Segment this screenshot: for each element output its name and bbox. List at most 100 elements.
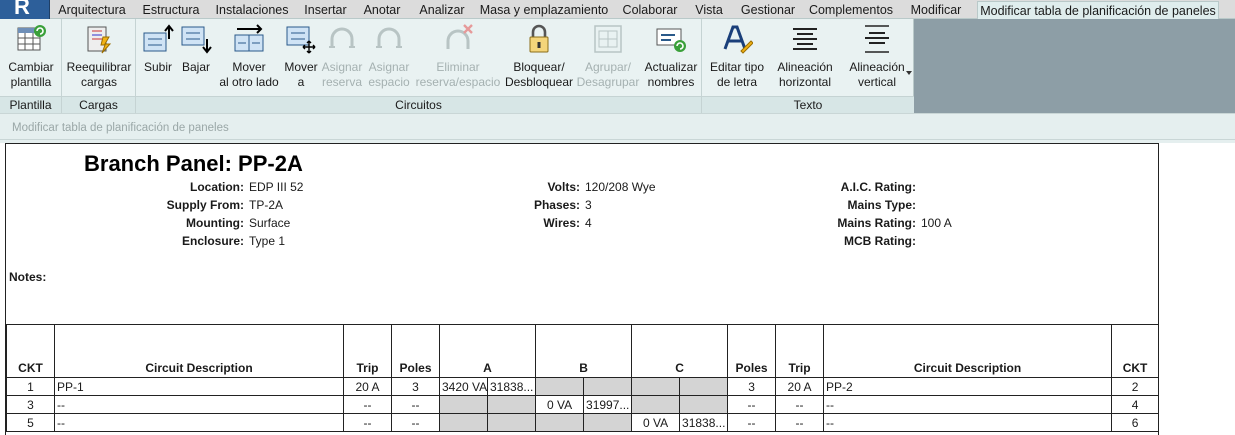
ckt-left[interactable]: 5 xyxy=(6,413,55,432)
ckt-left[interactable]: 3 xyxy=(6,395,55,414)
asignar-reserva-button[interactable]: Asignar reserva xyxy=(320,21,364,93)
col-header-ckt-right[interactable]: CKT xyxy=(1111,324,1160,378)
phase-a-load-left[interactable] xyxy=(439,395,488,414)
poles-left[interactable]: -- xyxy=(391,413,440,432)
alineacion-horizontal-button[interactable]: Alineación horizontal xyxy=(772,21,838,93)
circuit-description-left[interactable]: -- xyxy=(54,395,344,414)
phase-a-load-right[interactable]: 31838... xyxy=(486,377,537,396)
bloquear-desbloquear-button[interactable]: Bloquear/Desbloquear xyxy=(504,21,574,93)
alineacion-vertical-button[interactable]: Alineación vertical xyxy=(842,21,912,93)
phase-c-load-left[interactable] xyxy=(631,395,681,414)
ckt-right[interactable]: 6 xyxy=(1111,413,1160,432)
tab-gestionar[interactable]: Gestionar xyxy=(735,1,801,19)
phase-b-load-right[interactable] xyxy=(583,377,633,396)
circuit-description-right[interactable]: -- xyxy=(823,413,1113,432)
wires-value[interactable]: 4 xyxy=(585,216,592,230)
ckt-right[interactable]: 4 xyxy=(1111,395,1160,414)
agrupar-desagrupar-button[interactable]: Agrupar/Desagrupar xyxy=(576,21,640,93)
phase-a-load-right[interactable] xyxy=(486,413,537,432)
volts-value[interactable]: 120/208 Wye xyxy=(585,180,656,194)
phase-a-load-left[interactable]: 3420 VA xyxy=(439,377,488,396)
phase-b-load-left[interactable]: 0 VA xyxy=(535,395,585,414)
trip-left[interactable]: 20 A xyxy=(343,377,392,396)
asignar-reserva-label-2: reserva xyxy=(321,75,362,89)
phase-c-load-right[interactable]: 31838... xyxy=(679,413,729,432)
col-header-trip-left[interactable]: Trip xyxy=(343,324,392,378)
contextual-options-bar: Modificar tabla de planificación de pane… xyxy=(0,113,1235,140)
tab-vista[interactable]: Vista xyxy=(688,1,730,19)
update-names-icon xyxy=(655,23,687,55)
tab-anotar[interactable]: Anotar xyxy=(357,1,407,19)
supply-from-value[interactable]: TP-2A xyxy=(249,198,283,212)
reequilibrar-cargas-button[interactable]: Reequilibrar cargas xyxy=(64,21,134,93)
phase-c-load-right[interactable] xyxy=(679,395,729,414)
schedule-sheet[interactable]: Branch Panel: PP-2A Location: EDP III 52… xyxy=(5,143,1160,435)
phase-b-load-right[interactable]: 31997... xyxy=(583,395,633,414)
trip-left[interactable]: -- xyxy=(343,413,392,432)
ckt-left[interactable]: 1 xyxy=(6,377,55,396)
trip-right[interactable]: -- xyxy=(775,413,825,432)
col-header-poles-right[interactable]: Poles xyxy=(727,324,777,378)
tab-modificar[interactable]: Modificar xyxy=(900,1,972,19)
mover-al-otro-lado-button[interactable]: Mover al otro lado xyxy=(216,21,282,93)
phase-c-load-left[interactable] xyxy=(631,377,681,396)
tab-arquitectura[interactable]: Arquitectura xyxy=(52,1,132,19)
circuit-description-left[interactable]: PP-1 xyxy=(54,377,344,396)
col-header-phase-b[interactable]: B xyxy=(535,324,633,378)
actualizar-nombres-button[interactable]: Actualizar nombres xyxy=(642,21,700,93)
tab-colaborar[interactable]: Colaborar xyxy=(617,1,683,19)
col-header-phase-c[interactable]: C xyxy=(631,324,729,378)
poles-left[interactable]: 3 xyxy=(391,377,440,396)
phase-b-load-left[interactable] xyxy=(535,413,585,432)
application-menu-button[interactable]: R xyxy=(0,0,50,19)
col-header-ckt-left[interactable]: CKT xyxy=(6,324,55,378)
trip-right[interactable]: -- xyxy=(775,395,825,414)
poles-left[interactable]: -- xyxy=(391,395,440,414)
col-header-trip-right[interactable]: Trip xyxy=(775,324,825,378)
tab-analizar[interactable]: Analizar xyxy=(412,1,472,19)
enclosure-value[interactable]: Type 1 xyxy=(249,234,285,248)
asignar-espacio-label-1: Asignar xyxy=(368,60,410,74)
chevron-down-icon[interactable] xyxy=(906,71,912,75)
poles-right[interactable]: -- xyxy=(727,413,777,432)
tab-complementos[interactable]: Complementos xyxy=(806,1,896,19)
tab-insertar[interactable]: Insertar xyxy=(298,1,353,19)
asignar-espacio-button[interactable]: Asignar espacio xyxy=(366,21,412,93)
subir-button[interactable]: Subir xyxy=(140,21,176,93)
location-value[interactable]: EDP III 52 xyxy=(249,180,303,194)
cambiar-plantilla-button[interactable]: Cambiar plantilla xyxy=(2,21,60,93)
phases-value[interactable]: 3 xyxy=(585,198,592,212)
ckt-right[interactable]: 2 xyxy=(1111,377,1160,396)
mounting-value[interactable]: Surface xyxy=(249,216,290,230)
col-header-phase-a[interactable]: A xyxy=(438,324,537,378)
mover-a-button[interactable]: Mover a xyxy=(284,21,318,93)
tab-masa-emplazamiento[interactable]: Masa y emplazamiento xyxy=(476,1,612,19)
col-header-desc-left[interactable]: Circuit Description xyxy=(54,324,344,378)
tab-instalaciones[interactable]: Instalaciones xyxy=(211,1,293,19)
phase-b-load-right[interactable] xyxy=(583,413,633,432)
phase-a-load-left[interactable] xyxy=(439,413,488,432)
panel-title[interactable]: Branch Panel: PP-2A xyxy=(84,151,303,177)
editar-tipo-letra-button[interactable]: Editar tipo de letra xyxy=(704,21,770,93)
actualizar-label-1: Actualizar xyxy=(644,60,698,74)
trip-right[interactable]: 20 A xyxy=(775,377,825,396)
col-header-desc-right[interactable]: Circuit Description xyxy=(823,324,1113,378)
phase-c-load-right[interactable] xyxy=(679,377,729,396)
tab-estructura[interactable]: Estructura xyxy=(136,1,206,19)
phase-b-load-left[interactable] xyxy=(535,377,585,396)
phase-c-load-left[interactable]: 0 VA xyxy=(631,413,681,432)
panel-schedule-view[interactable]: Branch Panel: PP-2A Location: EDP III 52… xyxy=(0,143,1235,435)
col-header-poles-left[interactable]: Poles xyxy=(391,324,440,378)
circuit-description-right[interactable]: -- xyxy=(823,395,1113,414)
phase-a-load-right[interactable] xyxy=(486,395,537,414)
trip-left[interactable]: -- xyxy=(343,395,392,414)
tab-modificar-tabla-paneles[interactable]: Modificar tabla de planificación de pane… xyxy=(977,1,1219,20)
poles-right[interactable]: -- xyxy=(727,395,777,414)
eliminar-reserva-espacio-button[interactable]: Eliminar reserva/espacio xyxy=(414,21,502,93)
poles-right[interactable]: 3 xyxy=(727,377,777,396)
bajar-button[interactable]: Bajar xyxy=(178,21,214,93)
table-row: 5 -- -- -- 0 VA 31838... -- -- -- 6 xyxy=(6,413,1160,432)
mains-rating-value[interactable]: 100 A xyxy=(921,216,952,230)
circuit-description-right[interactable]: PP-2 xyxy=(823,377,1113,396)
circuit-description-left[interactable]: -- xyxy=(54,413,344,432)
